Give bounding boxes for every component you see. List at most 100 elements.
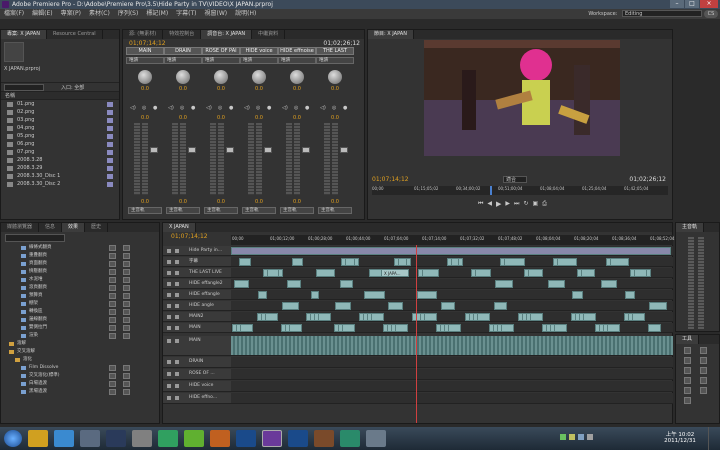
record-icon[interactable]: ● [229, 105, 233, 111]
track-visibility-icon[interactable] [167, 326, 171, 330]
dreamweaver-icon[interactable] [340, 430, 360, 447]
timeline-clip[interactable] [231, 247, 671, 255]
effect-item[interactable]: 邊線翻頁 [1, 316, 159, 324]
app-icon-14[interactable] [366, 430, 386, 447]
effect-item[interactable]: Film Dissolve [1, 364, 159, 372]
menu-item-marker[interactable]: 標記(M) [146, 9, 168, 19]
output-select[interactable]: 主音軌 [204, 207, 238, 214]
track-visibility-icon[interactable] [167, 293, 171, 297]
record-icon[interactable]: ● [191, 105, 195, 111]
zoom-tool-icon[interactable] [684, 397, 691, 404]
menu-item-edit[interactable]: 編輯(E) [32, 9, 52, 19]
hand-tool-icon[interactable] [700, 387, 707, 394]
step-forward-icon[interactable]: ⏭ [514, 200, 519, 208]
list-item[interactable]: 2008.3.30_Disc 2 [1, 180, 119, 188]
timeline-clip[interactable] [477, 313, 490, 321]
track-lock-icon[interactable] [175, 315, 179, 319]
timeline-clip[interactable] [557, 258, 577, 266]
timeline-clip[interactable] [371, 313, 384, 321]
show-desktop-button[interactable] [708, 427, 720, 450]
track-lock-icon[interactable] [175, 249, 179, 253]
list-item[interactable]: 2008.3.30_Disc 1 [1, 172, 119, 180]
timeline-clip[interactable] [494, 302, 507, 310]
zoom-select[interactable]: 適合 [503, 176, 527, 183]
timeline-clip[interactable] [607, 324, 620, 332]
effect-item[interactable]: 水泥堆 [1, 276, 159, 284]
track-lock-icon[interactable] [175, 293, 179, 297]
app-icon-4[interactable] [106, 430, 126, 447]
tab-resource-central[interactable]: Resource Central [47, 30, 103, 39]
speaker-icon[interactable] [167, 384, 171, 388]
timeline-clip[interactable] [441, 302, 455, 310]
effect-item[interactable]: 線條式翻頁 [1, 244, 159, 252]
slide-tool-icon[interactable] [700, 377, 707, 384]
photoshop-2-icon[interactable] [288, 430, 308, 447]
app-icon-1[interactable] [28, 430, 48, 447]
mute-icon[interactable]: ◁) [168, 105, 174, 111]
record-icon[interactable]: ● [267, 105, 271, 111]
menu-item-file[interactable]: 檔案(F) [4, 9, 24, 19]
timeline-clip[interactable] [422, 269, 439, 277]
pan-knob[interactable] [290, 70, 304, 84]
tab-source[interactable]: 源: (無素材) [123, 30, 164, 39]
output-select[interactable]: 主音軌 [128, 207, 162, 214]
menu-item-help[interactable]: 說明(H) [235, 9, 256, 19]
timeline-clip[interactable] [610, 258, 629, 266]
output-select[interactable]: 主音軌 [166, 207, 200, 214]
volume-fader[interactable] [340, 147, 348, 153]
effect-subfolder[interactable]: 溶化 [1, 356, 159, 364]
effect-item[interactable]: 渲染 [1, 332, 159, 340]
tab-effect-controls[interactable]: 特效控制台 [163, 30, 202, 39]
video-track-lane[interactable] [231, 312, 673, 322]
timeline-clip[interactable] [267, 269, 279, 277]
tab-project[interactable]: 專案: X JAPAN [1, 30, 47, 39]
list-item[interactable]: 06.png [1, 140, 119, 148]
tab-program[interactable]: 節目: X JAPAN [368, 30, 414, 39]
list-item[interactable]: 07.png [1, 148, 119, 156]
audio-track-header[interactable]: DRAIN [163, 357, 231, 368]
timeline-clip[interactable] [265, 313, 278, 321]
timeline-clip[interactable] [398, 258, 407, 266]
automation-mode-select[interactable]: 唯讀 [164, 57, 202, 64]
timeline-clip[interactable] [289, 324, 302, 332]
output-select[interactable]: 主音軌 [318, 207, 352, 214]
effect-folder[interactable]: 交叉溶解 [1, 348, 159, 356]
audio-track-header[interactable]: HIDE voice [163, 381, 231, 392]
timeline-clip[interactable] [240, 324, 253, 332]
app-icon-6[interactable] [158, 430, 178, 447]
speaker-icon[interactable] [167, 396, 171, 400]
project-search-input[interactable] [4, 84, 44, 91]
tray-icon[interactable] [569, 434, 575, 440]
timeline-clip[interactable] [364, 291, 385, 299]
video-track-lane[interactable]: X JAPA... [231, 268, 673, 278]
premiere-taskbar-icon[interactable] [262, 430, 282, 447]
app-icon-5[interactable] [132, 430, 152, 447]
media-player-icon[interactable] [80, 430, 100, 447]
tab-info[interactable]: 信息 [39, 223, 63, 232]
video-track-header[interactable]: MAIN2 [163, 312, 231, 322]
track-lock-icon[interactable] [175, 372, 179, 376]
tab-history[interactable]: 歷史 [85, 223, 109, 232]
menu-item-clip[interactable]: 素材(C) [89, 9, 110, 19]
automation-mode-select[interactable]: 唯讀 [126, 57, 164, 64]
timeline-clip-labeled[interactable]: X JAPA... [381, 269, 409, 277]
track-lock-icon[interactable] [175, 282, 179, 286]
list-item[interactable]: 03.png [1, 116, 119, 124]
pan-knob[interactable] [328, 70, 342, 84]
app-icon-12[interactable] [314, 430, 334, 447]
play-icon[interactable]: ▶ [496, 200, 501, 208]
timeline-clip[interactable] [311, 291, 319, 299]
tab-sequence[interactable]: X JAPAN [163, 223, 196, 232]
timeline-clip[interactable] [335, 302, 351, 310]
pan-knob[interactable] [138, 70, 152, 84]
start-button-icon[interactable] [4, 430, 22, 447]
timeline-ruler[interactable] [231, 235, 673, 245]
chrome-icon[interactable] [54, 430, 74, 447]
export-frame-icon[interactable]: ⎙ [542, 200, 547, 208]
tab-tools[interactable]: 工具 [676, 335, 700, 344]
photoshop-icon[interactable] [236, 430, 256, 447]
timeline-clip[interactable] [528, 269, 543, 277]
automation-mode-select[interactable]: 唯讀 [316, 57, 354, 64]
tab-audio-master[interactable]: 主音軌 [676, 223, 705, 232]
safe-margins-icon[interactable]: ▣ [532, 200, 538, 208]
